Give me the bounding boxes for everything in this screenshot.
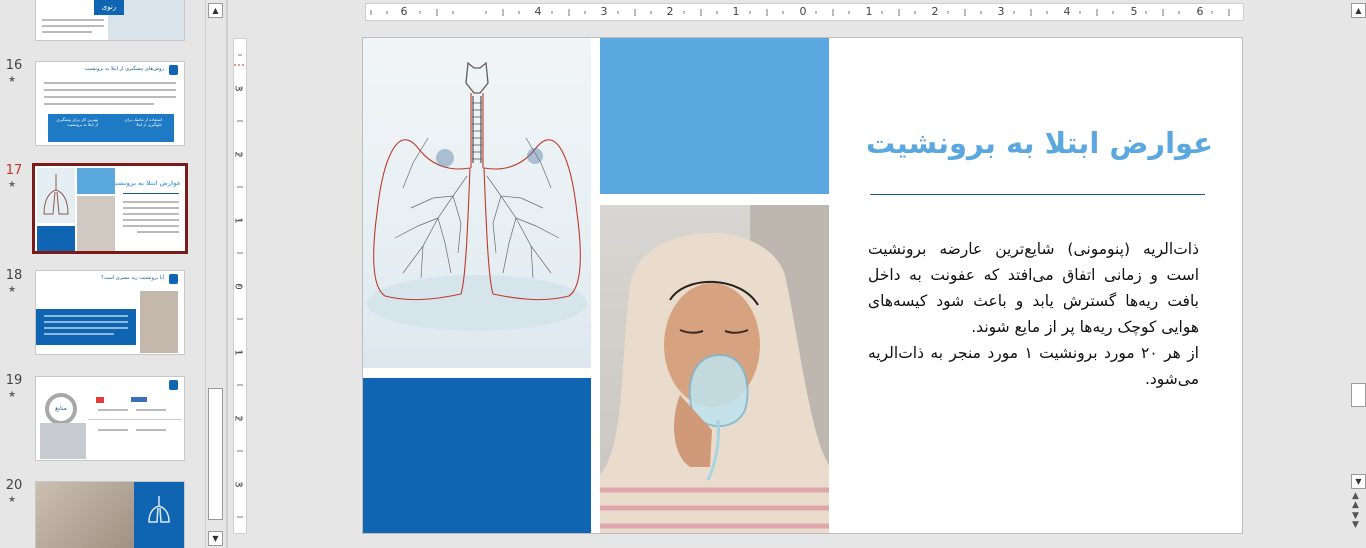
ruler-h-label: 2 <box>931 5 939 18</box>
slide-thumbnail-15[interactable]: رنوی <box>35 0 185 41</box>
body-paragraph-1: ذات‌الریه (پنومونی) شایع‌ترین عارضه برون… <box>868 240 1199 336</box>
horizontal-ruler: 6 4 3 2 1 0 1 2 3 4 5 6 <box>365 3 1244 21</box>
slide-thumbnail-19[interactable]: منابع <box>35 376 185 461</box>
scroll-up-icon[interactable]: ▲ <box>208 3 223 18</box>
slide-transition-icon: ★ <box>8 390 17 400</box>
ruler-v-label: 1 <box>232 349 244 356</box>
slide-thumbnail-20[interactable] <box>35 481 185 548</box>
previous-slide-icon[interactable]: ▲ ▲ <box>1352 492 1359 510</box>
woman-oxygen-mask-photo[interactable] <box>600 205 829 533</box>
scroll-down-icon[interactable]: ▼ <box>1351 474 1366 489</box>
slide-number-20: 20 <box>5 478 23 493</box>
ruler-h-label: 1 <box>732 5 740 18</box>
slide-number-18: 18 <box>5 268 23 283</box>
body-paragraph-2: از هر ۲۰ مورد برونشیت ۱ مورد منجر به ذات… <box>868 344 1199 388</box>
scroll-down-icon[interactable]: ▼ <box>208 531 223 546</box>
ruler-h-label: 4 <box>1063 5 1071 18</box>
slide-canvas[interactable]: عوارض ابتلا به برونشیت ذات‌الریه (پنومون… <box>362 37 1243 534</box>
thumb19-circle: منابع <box>45 393 77 425</box>
vertical-ruler: 3 2 1 0 1 2 3 <box>233 38 247 534</box>
thumb16-box2: استفاده از ماسک برای جلوگیری از ابتلا <box>124 117 162 127</box>
woman-mask-illustration <box>600 205 829 533</box>
slide-thumbnail-panel: رنوی 16 ★ روش‌های پیشگیری از ابتلا به بر… <box>0 0 205 548</box>
scrollbar-thumb[interactable] <box>1351 383 1366 407</box>
ruler-h-label: 5 <box>1130 5 1138 18</box>
ruler-h-label: 1 <box>865 5 873 18</box>
ruler-v-label: 3 <box>232 481 244 488</box>
lungs-icon <box>367 61 587 331</box>
thumb18-title: آیا برونشیت ریه مسری است؟ <box>101 275 164 281</box>
shield-icon <box>169 380 178 390</box>
lungs-icon <box>148 496 170 523</box>
ruler-h-label: 2 <box>666 5 674 18</box>
slide-thumbnail-18[interactable]: آیا برونشیت ریه مسری است؟ <box>35 270 185 355</box>
ruler-h-label: 4 <box>534 5 542 18</box>
pane-divider[interactable] <box>226 0 228 548</box>
ruler-v-label: 2 <box>232 151 244 158</box>
slide-transition-icon: ★ <box>8 75 17 85</box>
ruler-h-label: 6 <box>1196 5 1204 18</box>
decorative-light-blue-block[interactable] <box>600 38 829 194</box>
shield-icon <box>169 274 178 284</box>
slide-thumbnail-17[interactable]: عوارض ابتلا به برونشیت <box>32 163 188 254</box>
scrollbar-thumb[interactable] <box>208 388 223 520</box>
ruler-h-label: 3 <box>600 5 608 18</box>
lungs-illustration[interactable] <box>363 38 591 368</box>
shield-icon <box>169 65 178 75</box>
title-divider-line[interactable] <box>870 194 1205 195</box>
slide-scrollbar[interactable]: ▲ ▼ ▲ ▲ ▼ ▼ <box>1348 0 1366 548</box>
slide-transition-icon: ★ <box>8 180 17 190</box>
thumb17-title: عوارض ابتلا به برونشیت <box>109 180 181 187</box>
ruler-h-label: 6 <box>400 5 408 18</box>
ruler-v-label: 0 <box>232 283 244 290</box>
slide-body-text[interactable]: ذات‌الریه (پنومونی) شایع‌ترین عارضه برون… <box>868 236 1199 392</box>
slide-thumbnail-16[interactable]: روش‌های پیشگیری از ابتلا به برونشیت بهتر… <box>35 61 185 146</box>
thumb16-box1: بهترین کار برای پیشگیری از ابتلا به برون… <box>56 117 98 127</box>
ruler-v-label: 2 <box>232 415 244 422</box>
ruler-h-label: 3 <box>997 5 1005 18</box>
decorative-dark-blue-block[interactable] <box>363 378 591 533</box>
ruler-v-label: 3 <box>232 85 244 92</box>
slide-number-19: 19 <box>5 373 23 388</box>
thumbnail-scrollbar[interactable]: ▲ ▼ <box>205 0 223 548</box>
slide-number-17: 17 <box>5 163 23 178</box>
slide-transition-icon: ★ <box>8 495 17 505</box>
ruler-v-label: 1 <box>232 217 244 224</box>
scroll-up-icon[interactable]: ▲ <box>1351 3 1366 18</box>
lungs-icon <box>43 174 69 215</box>
thumb15-label: رنوی <box>94 0 124 15</box>
thumb16-title: روش‌های پیشگیری از ابتلا به برونشیت <box>84 66 164 72</box>
ruler-h-label: 0 <box>799 5 807 18</box>
slide-title[interactable]: عوارض ابتلا به برونشیت <box>843 126 1213 160</box>
slide-transition-icon: ★ <box>8 285 17 295</box>
next-slide-icon[interactable]: ▼ ▼ <box>1352 512 1359 530</box>
slide-number-16: 16 <box>5 58 23 73</box>
